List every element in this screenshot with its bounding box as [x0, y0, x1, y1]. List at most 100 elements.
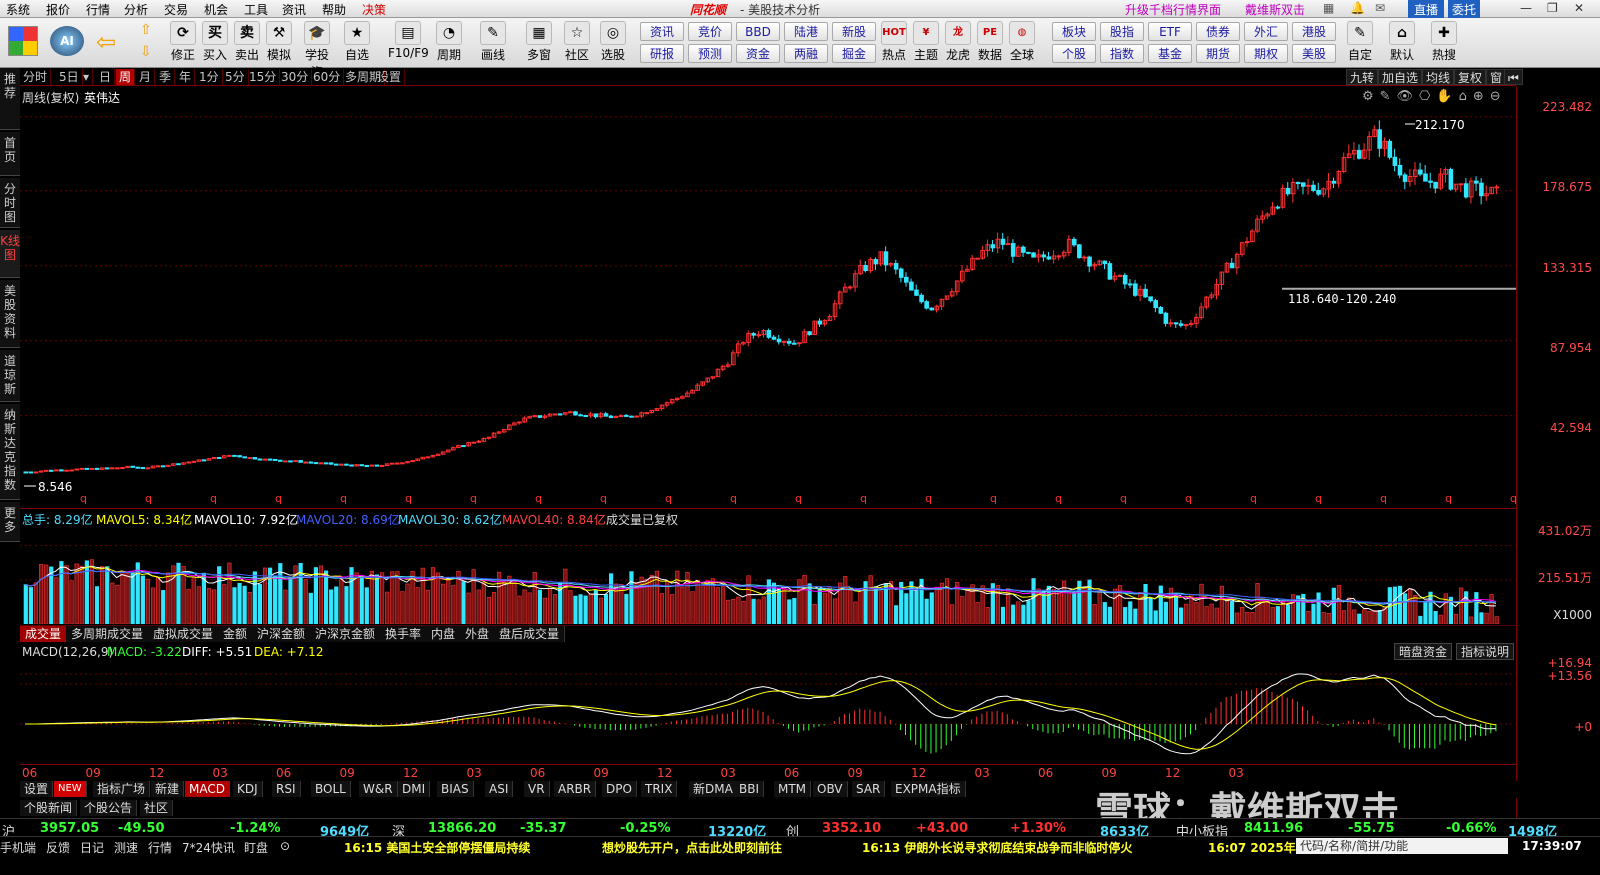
indicator-tab-14[interactable]: DPO: [602, 781, 637, 797]
live-button[interactable]: 直播: [1408, 0, 1445, 19]
down-arrow-icon[interactable]: ⇩: [140, 44, 152, 60]
indicator-tab-5[interactable]: KDJ: [233, 781, 263, 797]
volume-tab-4[interactable]: 沪深金额: [252, 626, 312, 642]
volume-tab-5[interactable]: 沪深京金额: [310, 626, 382, 642]
macd-chart[interactable]: [20, 660, 1516, 764]
status-tab-2[interactable]: 日记: [80, 839, 104, 856]
grid-icon[interactable]: ▦: [1323, 1, 1334, 15]
period-tab-8[interactable]: 1分: [196, 69, 223, 85]
volume-tab-3[interactable]: 金额: [218, 626, 254, 642]
indicator-tab-11[interactable]: ASI: [485, 781, 514, 797]
quick-button-top-2[interactable]: BBD: [736, 22, 780, 41]
toolbar-button-7[interactable]: ◔ 周期: [432, 20, 466, 66]
close-icon[interactable]: ✕: [1574, 1, 1584, 15]
period-tab-6[interactable]: 季: [156, 69, 176, 85]
toolbar-mid-button-0[interactable]: HOT 热点: [878, 20, 910, 66]
indicator-tab-1[interactable]: NEW: [54, 781, 87, 797]
status-tab-0[interactable]: 手机端: [0, 839, 36, 856]
quick-button-bottom-2[interactable]: 资金: [736, 44, 780, 63]
toolbar-button-6[interactable]: ▤ F10/F9: [388, 20, 429, 66]
quick-button-top-1[interactable]: 竞价: [688, 22, 732, 41]
toolbar-mid-button-4[interactable]: ◍ 全球: [1006, 20, 1038, 66]
indicator-tab-16[interactable]: 新DMA: [689, 781, 738, 797]
indicator-tab-3[interactable]: 新建: [151, 781, 185, 797]
indicator-tab-18[interactable]: MTM: [774, 781, 812, 797]
toolbar-right-button-0[interactable]: ✎ 自定: [1344, 20, 1376, 66]
market-button-top-0[interactable]: 板块: [1052, 22, 1096, 41]
indicator-tab-4[interactable]: MACD: [185, 781, 230, 797]
right-button-3[interactable]: 复权: [1454, 69, 1487, 85]
menu-item-decision[interactable]: 决策: [362, 1, 386, 18]
sidenav-tab-5[interactable]: 道琼斯: [0, 350, 20, 402]
sidenav-tab-4[interactable]: 美股资料: [0, 280, 20, 348]
toolbar-button-10[interactable]: ☆ 社区: [560, 20, 594, 66]
menu-item-opportunity[interactable]: 机会: [204, 1, 228, 18]
period-tab-14[interactable]: 设置: [374, 69, 406, 85]
bottom-tab-1[interactable]: 个股公告: [80, 800, 138, 816]
right-button-1[interactable]: 加自选: [1378, 69, 1423, 85]
indicator-help-button[interactable]: 指标说明: [1456, 643, 1515, 660]
news-ticker-item-3[interactable]: 16:07 2025年: [1208, 839, 1296, 856]
menu-item-market[interactable]: 行情: [86, 1, 110, 18]
market-button-bottom-3[interactable]: 期货: [1196, 44, 1240, 63]
indicator-tab-21[interactable]: EXPMA指标: [891, 781, 966, 797]
menu-item-trade[interactable]: 交易: [164, 1, 188, 18]
indicator-tab-10[interactable]: BIAS: [437, 781, 474, 797]
news-ticker-item-1[interactable]: 想炒股先开户，点击此处即刻前往: [602, 839, 782, 856]
volume-tab-8[interactable]: 外盘: [460, 626, 496, 642]
bottom-tab-0[interactable]: 个股新闻: [20, 800, 78, 816]
ai-icon[interactable]: AI: [50, 26, 84, 56]
market-button-bottom-2[interactable]: 基金: [1148, 44, 1192, 63]
indicator-tab-0[interactable]: 设置: [20, 781, 54, 797]
volume-tab-9[interactable]: 盘后成交量: [494, 626, 566, 642]
period-tab-12[interactable]: 60分: [310, 69, 345, 85]
toolbar-mid-button-2[interactable]: 龙龙虎: [942, 20, 974, 66]
news-ticker-item-0[interactable]: 16:15 美国土安全部停摆僵局持续: [344, 839, 530, 856]
search-input[interactable]: 代码/名称/简拼/功能: [1296, 838, 1508, 854]
indicator-tab-20[interactable]: SAR: [852, 781, 886, 797]
market-button-top-2[interactable]: ETF: [1148, 22, 1192, 41]
quick-button-top-0[interactable]: 资讯: [640, 22, 684, 41]
minimize-icon[interactable]: —: [1520, 1, 1532, 15]
sidenav-tab-3[interactable]: K线图: [0, 230, 20, 278]
indicator-tab-15[interactable]: TRIX: [641, 781, 678, 797]
market-button-top-4[interactable]: 外汇: [1244, 22, 1288, 41]
quick-button-bottom-0[interactable]: 研报: [640, 44, 684, 63]
sidenav-tab-1[interactable]: 首页: [0, 132, 20, 176]
indicator-tab-2[interactable]: 指标广场: [93, 781, 151, 797]
status-tab-3[interactable]: 测速: [114, 839, 138, 856]
indicator-tab-12[interactable]: VR: [524, 781, 550, 797]
user-name[interactable]: 戴维斯双击: [1245, 1, 1305, 18]
bottom-tab-2[interactable]: 社区: [140, 800, 174, 816]
indicator-tab-19[interactable]: OBV: [813, 781, 848, 797]
quick-button-bottom-1[interactable]: 预测: [688, 44, 732, 63]
period-tab-11[interactable]: 30分: [278, 69, 313, 85]
quick-button-bottom-4[interactable]: 掘金: [832, 44, 876, 63]
period-tab-1[interactable]: 5日: [56, 69, 83, 85]
indicator-tab-8[interactable]: W&R: [359, 781, 398, 797]
volume-tab-2[interactable]: 虚拟成交量: [148, 626, 220, 642]
status-tab-4[interactable]: 行情: [148, 839, 172, 856]
back-arrow-icon[interactable]: ⇦: [96, 28, 116, 56]
toolbar-right-button-2[interactable]: ✚ 热搜: [1428, 20, 1460, 66]
market-button-bottom-1[interactable]: 指数: [1100, 44, 1144, 63]
menu-item-news[interactable]: 资讯: [282, 1, 306, 18]
sidenav-tab-7[interactable]: 更多: [0, 502, 20, 542]
volume-tab-0[interactable]: 成交量: [20, 626, 68, 642]
toolbar-button-4[interactable]: 🎓学投资: [300, 20, 334, 79]
menu-item-system[interactable]: 系统: [6, 1, 30, 18]
quick-button-top-3[interactable]: 陆港: [784, 22, 828, 41]
toolbar-button-8[interactable]: ✎ 画线: [476, 20, 510, 66]
toolbar-button-2[interactable]: 卖卖出: [230, 20, 264, 66]
period-tab-3[interactable]: 日: [96, 69, 116, 85]
trust-button[interactable]: 委托: [1448, 0, 1481, 19]
toolbar-mid-button-3[interactable]: PE 数据: [974, 20, 1006, 66]
sidenav-tab-2[interactable]: 分时图: [0, 178, 20, 228]
period-tab-0[interactable]: 分时: [20, 69, 52, 85]
period-tab-9[interactable]: 5分: [222, 69, 249, 85]
market-button-bottom-4[interactable]: 期权: [1244, 44, 1288, 63]
sidenav-tab-0[interactable]: 推荐: [0, 68, 20, 130]
period-tab-5[interactable]: 月: [136, 69, 156, 85]
up-arrow-icon[interactable]: ⇧: [140, 22, 152, 38]
market-button-top-3[interactable]: 债券: [1196, 22, 1240, 41]
